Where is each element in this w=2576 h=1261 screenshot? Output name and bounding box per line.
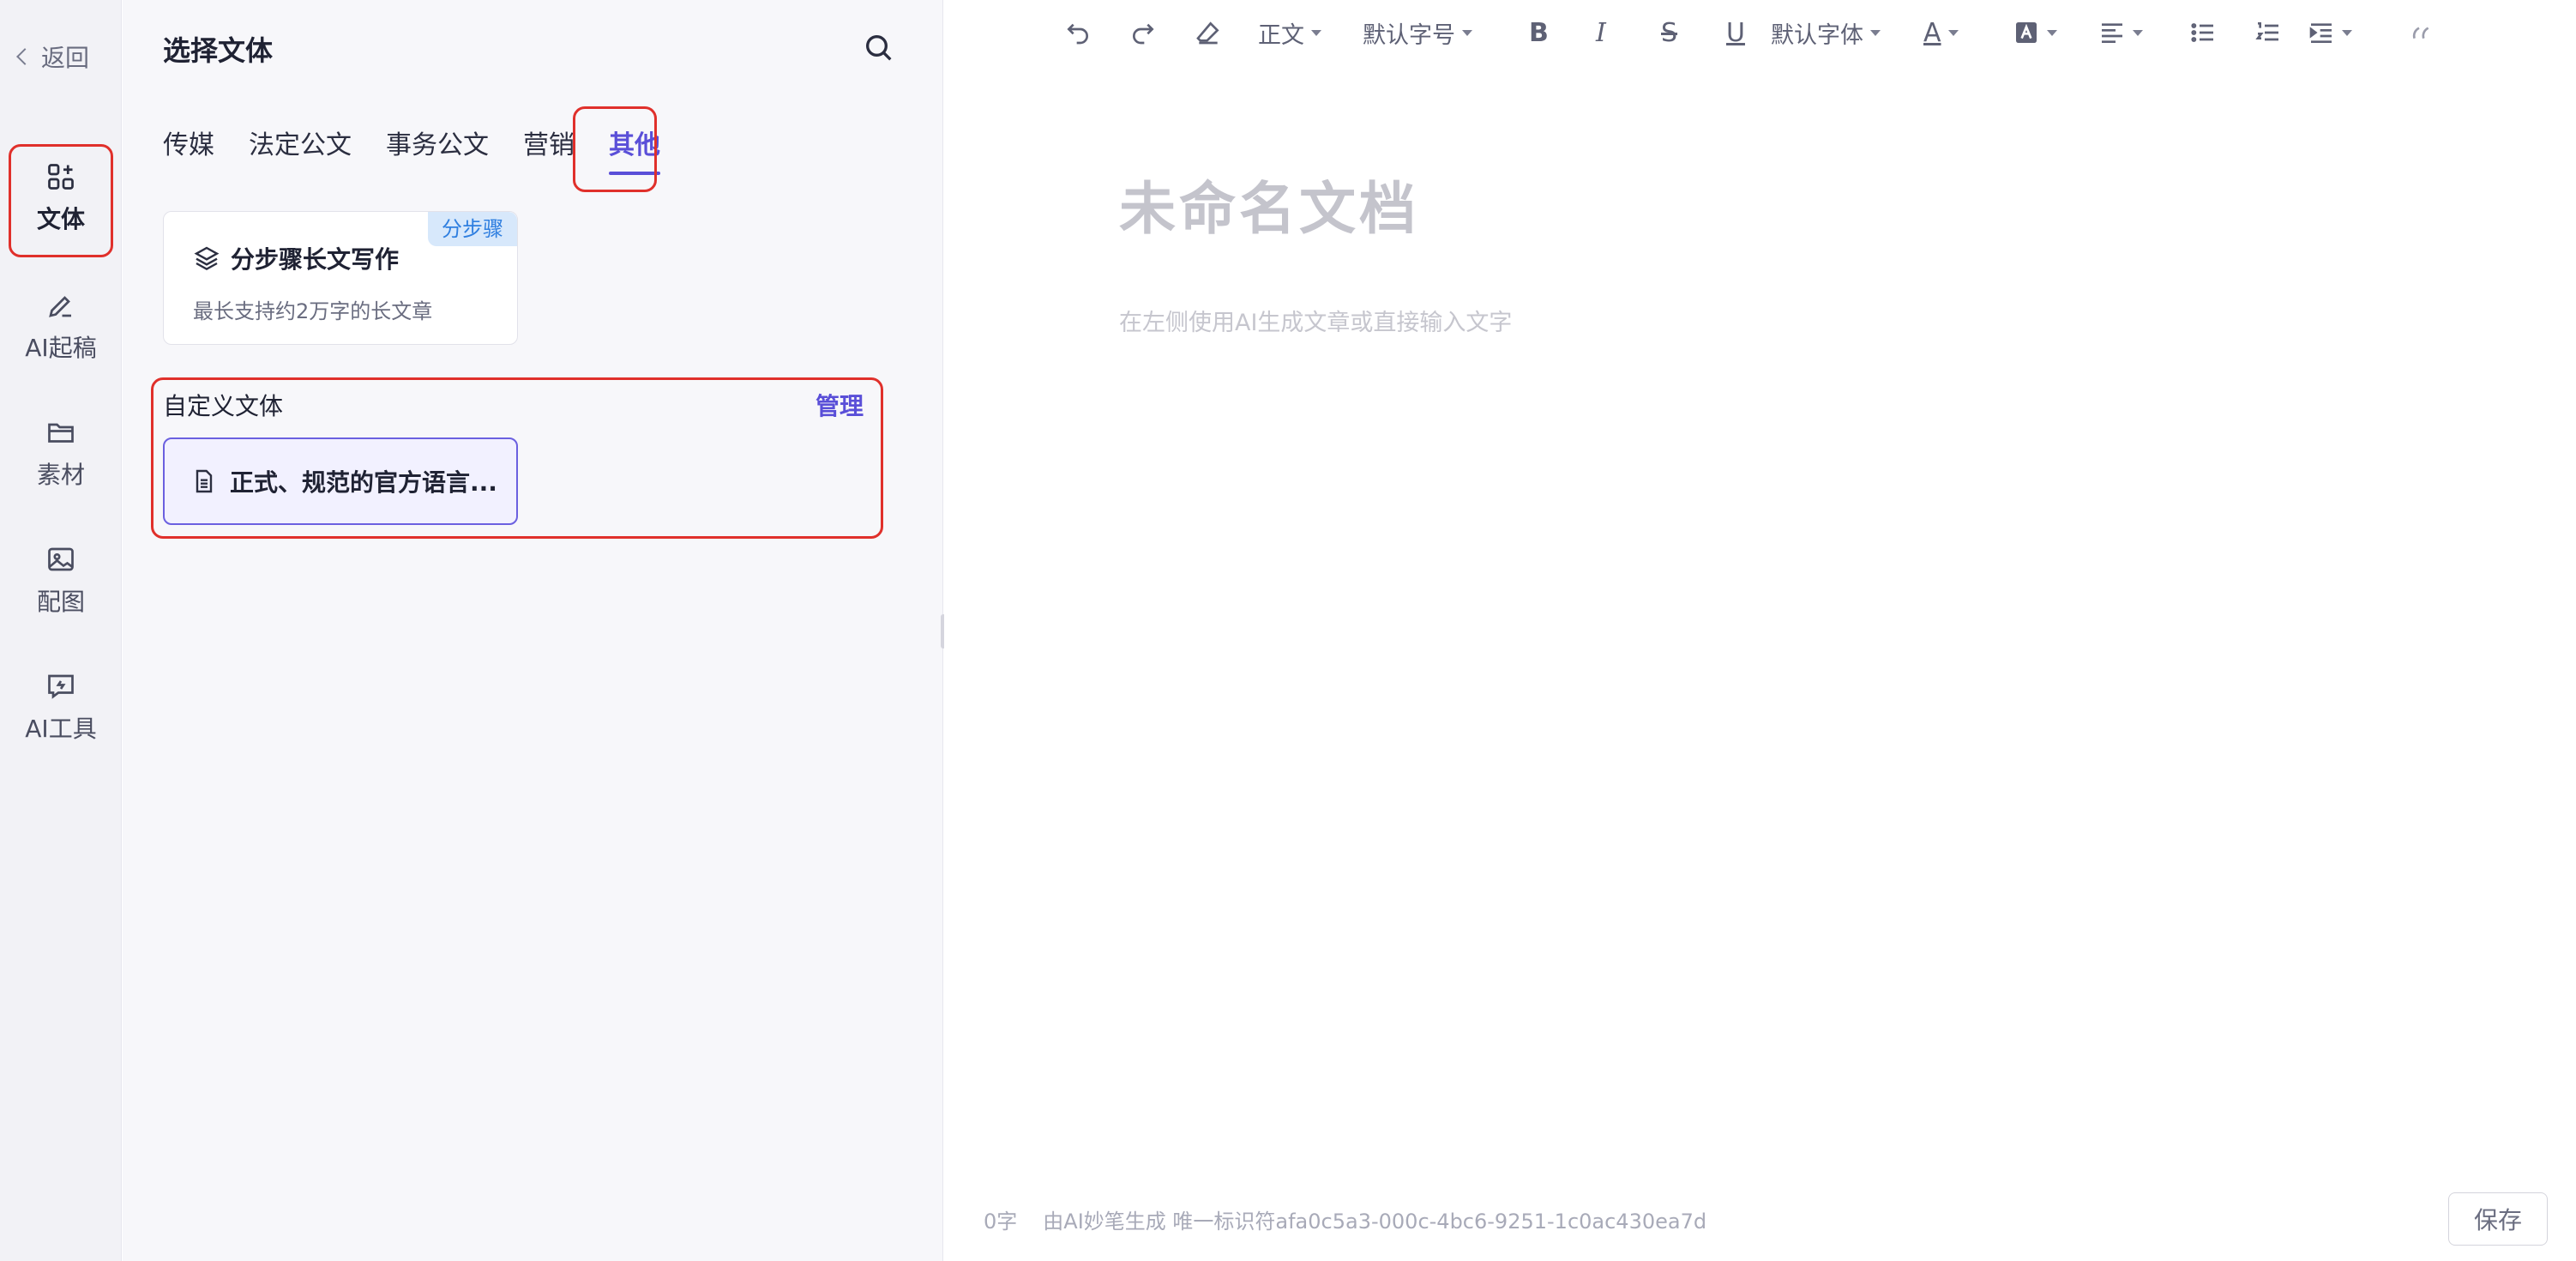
back-label: 返回 [41, 44, 90, 72]
rail-item-label: 配图 [36, 588, 85, 616]
tab-statutory-docs[interactable]: 法定公文 [249, 124, 352, 173]
highlight-color-icon [2016, 22, 2037, 43]
document-icon [196, 469, 213, 493]
document-title[interactable]: 未命名文档 [1119, 163, 1419, 245]
bullet-list-button[interactable] [2189, 12, 2254, 53]
caret-down-icon [2133, 29, 2143, 36]
quote-icon [2412, 27, 2429, 39]
tab-marketing[interactable]: 营销 [523, 124, 575, 173]
editor-area: 正文 默认字号 B I S U 默认字体 A 未命名文档 在左侧使用AI生成文章… [944, 0, 2576, 1261]
category-tabs: 传媒 法定公文 事务公文 营销 其他 [163, 124, 660, 175]
font-size-value: 默认字号 [1363, 21, 1455, 49]
image-icon [48, 547, 74, 571]
eraser-icon [1196, 21, 1219, 45]
strikethrough-button[interactable]: S [1649, 12, 1714, 53]
formatting-toolbar: 正文 默认字号 B I S U 默认字体 A [1064, 12, 2448, 53]
font-color-button[interactable]: A [1923, 12, 2013, 53]
generation-info: 由AI妙笔生成 唯一标识符afa0c5a3-000c-4bc6-9251-1c0… [1043, 1210, 1707, 1234]
redo-button[interactable] [1129, 12, 1195, 53]
folder-icon [48, 423, 74, 443]
italic-button[interactable]: I [1584, 12, 1649, 53]
card-description: 最长支持约2万字的长文章 [193, 299, 433, 323]
paragraph-style-value: 正文 [1258, 21, 1304, 49]
caret-down-icon [2342, 29, 2352, 36]
rail-item-label: 文体 [36, 205, 85, 233]
bullet-list-icon [2191, 23, 2213, 42]
left-nav-rail: 返回 文体 AI起稿 素材 配图 AI工具 [0, 0, 122, 1261]
bold-button[interactable]: B [1517, 12, 1584, 53]
numbered-list-button[interactable] [2254, 12, 2308, 53]
custom-style-label: 正式、规范的官方语言... [230, 468, 497, 497]
save-button[interactable]: 保存 [2448, 1192, 2548, 1246]
italic-icon: I [1596, 17, 1606, 48]
pen-icon [49, 296, 71, 317]
indent-icon [2309, 23, 2332, 43]
search-button[interactable] [862, 31, 896, 65]
caret-down-icon [1311, 29, 1321, 36]
caret-down-icon [1870, 29, 1881, 36]
rail-item-ai-tools[interactable]: AI工具 [10, 654, 111, 762]
card-badge: 分步骤 [428, 212, 517, 246]
font-family-select[interactable]: 默认字体 [1771, 12, 1923, 53]
style-panel: 选择文体 传媒 法定公文 事务公文 营销 其他 分步骤长文写作 最长支持约2万字… [123, 0, 943, 1261]
custom-style-title: 自定义文体 [163, 392, 284, 420]
font-size-select[interactable]: 默认字号 [1363, 12, 1517, 53]
caret-down-icon [2047, 29, 2057, 36]
rail-item-label: 素材 [36, 461, 85, 489]
tab-affairs-docs[interactable]: 事务公文 [386, 124, 489, 173]
rail-item-label: AI起稿 [25, 334, 97, 362]
quote-button[interactable] [2397, 12, 2448, 53]
underline-button[interactable]: U [1714, 12, 1771, 53]
font-family-value: 默认字体 [1771, 21, 1863, 49]
caret-down-icon [1462, 29, 1472, 36]
chat-tool-icon [48, 674, 74, 699]
back-button[interactable]: 返回 [14, 39, 108, 74]
word-count: 0字 [984, 1210, 1018, 1234]
custom-style-item[interactable]: 正式、规范的官方语言... [163, 437, 518, 525]
card-title: 分步骤长文写作 [193, 241, 399, 275]
manage-link[interactable]: 管理 [816, 388, 864, 422]
rail-item-materials[interactable]: 素材 [10, 400, 111, 508]
rail-item-images[interactable]: 配图 [10, 527, 111, 635]
align-left-icon [2102, 23, 2122, 43]
card-title-text: 分步骤长文写作 [231, 245, 400, 274]
clear-format-button[interactable] [1195, 12, 1251, 53]
font-color-icon: A [1923, 17, 1941, 48]
indent-button[interactable] [2308, 12, 2397, 53]
align-button[interactable] [2098, 12, 2189, 53]
underline-icon: U [1726, 17, 1745, 48]
grid-icon [48, 164, 74, 190]
highlight-color-button[interactable] [2013, 12, 2098, 53]
caret-down-icon [1947, 29, 1959, 36]
undo-icon [1067, 23, 1088, 45]
tab-media[interactable]: 传媒 [163, 124, 214, 173]
tab-other[interactable]: 其他 [609, 124, 660, 175]
rail-item-ai-draft[interactable]: AI起稿 [10, 273, 111, 381]
rail-item-label: AI工具 [25, 715, 97, 743]
strikethrough-icon: S [1661, 17, 1678, 48]
stepwise-writing-card[interactable]: 分步骤长文写作 最长支持约2万字的长文章 分步骤 [163, 211, 518, 345]
search-icon [866, 35, 892, 61]
rail-item-style[interactable]: 文体 [10, 144, 111, 252]
panel-title: 选择文体 [163, 34, 274, 67]
numbered-list-icon [2255, 22, 2278, 41]
layers-icon [194, 246, 220, 271]
undo-button[interactable] [1064, 12, 1129, 53]
app-window: 返回 文体 AI起稿 素材 配图 AI工具 选择文体 传媒 法定公文 事务公文 … [0, 0, 2576, 1261]
paragraph-style-select[interactable]: 正文 [1251, 12, 1363, 53]
redo-icon [1133, 23, 1154, 45]
chevron-left-icon [16, 48, 33, 65]
bold-icon: B [1529, 17, 1549, 48]
status-bar: 0字 由AI妙笔生成 唯一标识符afa0c5a3-000c-4bc6-9251-… [984, 1204, 1706, 1234]
document-body-placeholder[interactable]: 在左侧使用AI生成文章或直接输入文字 [1119, 304, 1512, 337]
